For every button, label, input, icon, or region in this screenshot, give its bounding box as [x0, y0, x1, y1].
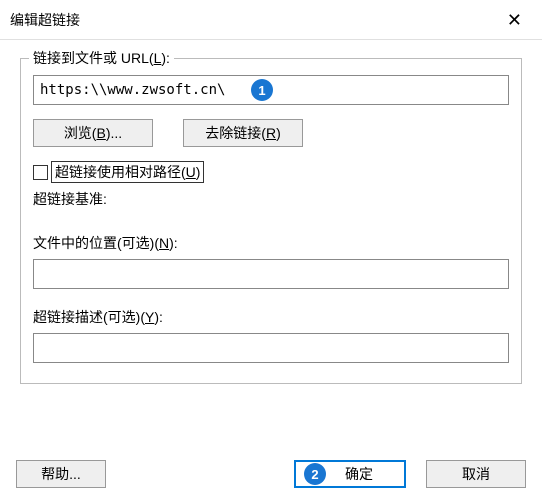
remove-link-button[interactable]: 去除链接(R) [183, 119, 303, 147]
close-icon[interactable]: ✕ [499, 7, 530, 33]
position-input[interactable] [33, 259, 509, 289]
url-row: 1 [33, 75, 509, 105]
url-input[interactable] [33, 75, 509, 105]
hyperlink-base-label: 超链接基准: [33, 189, 509, 209]
link-buttons-row: 浏览(B)... 去除链接(R) [33, 119, 509, 147]
description-label: 超链接描述(可选)(Y): [33, 307, 509, 327]
ok-button[interactable]: 2 确定 [294, 460, 406, 488]
description-input[interactable] [33, 333, 509, 363]
footer-right-buttons: 2 确定 取消 [294, 460, 526, 488]
relative-path-label: 超链接使用相对路径(U) [51, 161, 204, 183]
dialog-title: 编辑超链接 [10, 10, 80, 30]
title-bar: 编辑超链接 ✕ [0, 0, 542, 40]
dialog-footer: 帮助... 2 确定 取消 [16, 460, 526, 488]
browse-button[interactable]: 浏览(B)... [33, 119, 153, 147]
edit-hyperlink-dialog: 编辑超链接 ✕ 链接到文件或 URL(L): 1 浏览(B)... 去除链接(R… [0, 0, 542, 500]
dialog-content: 链接到文件或 URL(L): 1 浏览(B)... 去除链接(R) 超链接使用相… [0, 40, 542, 384]
link-group-title: 链接到文件或 URL(L): [29, 48, 174, 68]
link-group: 链接到文件或 URL(L): 1 浏览(B)... 去除链接(R) 超链接使用相… [20, 58, 522, 384]
cancel-button[interactable]: 取消 [426, 460, 526, 488]
help-button[interactable]: 帮助... [16, 460, 106, 488]
annotation-badge-2: 2 [304, 463, 326, 485]
relative-path-checkbox[interactable] [33, 165, 48, 180]
position-label: 文件中的位置(可选)(N): [33, 233, 509, 253]
relative-path-row: 超链接使用相对路径(U) [33, 161, 509, 183]
